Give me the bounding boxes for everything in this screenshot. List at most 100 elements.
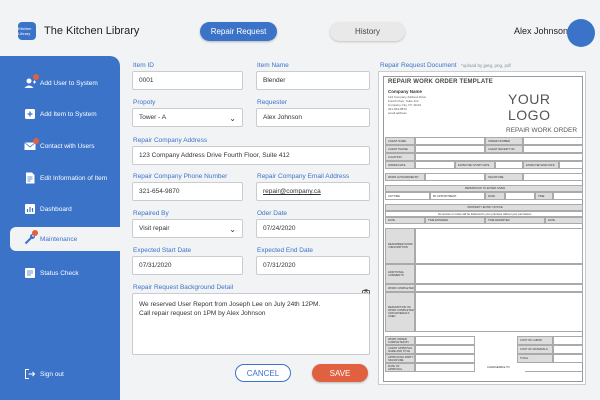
doc-cell: COST OF LABOR [517,336,553,345]
sign-out-button[interactable]: Sign out [0,362,120,386]
item-id-label: Item ID [133,62,154,69]
repaired-by-label: Repaired By [133,210,169,217]
sidebar-item-label: Add User to System [40,79,98,87]
item-id-value: 0001 [139,77,154,84]
notification-dot [32,230,38,236]
sidebar-item-maintenance[interactable]: Maintenance [10,227,120,251]
sidebar-item-contact[interactable]: Contact with Users [0,134,120,158]
doc-cell [495,161,523,169]
doc-cell: DATE [485,192,505,200]
sidebar-item-label: Dashboard [40,205,72,213]
doc-cell: TIME [535,192,553,200]
repaired-by-value: Visit repair [139,225,170,232]
doc-cell: TIME ENTERED [425,217,485,224]
doc-cell [415,137,485,145]
doc-cell [415,345,475,354]
app-title: The Kitchen Library [44,25,140,37]
start-date-label: Expected Start Date [133,247,192,254]
doc-cell: ANYTIME [385,192,430,200]
end-date-field[interactable]: 07/31/2020 [256,256,370,275]
add-item-icon [24,108,36,120]
doc-cell: PERMISSION TO ENTER GIVEN [385,185,583,192]
document-upload-hint: *upload by jpeg, png, pdf [461,63,511,68]
sign-out-label: Sign out [40,370,64,378]
item-name-value: Blender [263,77,286,84]
company-email-label: Repair Company Email Address [257,173,350,180]
doc-cell [415,161,455,169]
sidebar: Add User to System Add Item to System Co… [0,56,120,400]
doc-cell: ORDER NUMBER [485,137,523,145]
start-date-field[interactable]: 07/31/2020 [132,256,243,275]
status-icon [24,267,36,279]
item-name-field[interactable]: Blender [256,71,370,90]
doc-cell: DATE OF APPROVAL [385,363,415,372]
order-date-field[interactable]: 07/24/2020 [256,219,370,238]
doc-cell: DATE [385,217,425,224]
end-date-label: Expected End Date [257,247,314,254]
doc-cell [559,161,583,169]
doc-cell: CLIENT RECEIPT NO. [485,145,523,153]
doc-cell: CLIENT NAME [385,137,415,145]
document-label: Repair Request Document [380,62,457,69]
doc-cell: CHARGEABLE TO [487,366,510,369]
document-preview[interactable]: REPAIR WORK ORDER TEMPLATE Company Name … [378,71,586,385]
user-name: Alex Johnson [514,26,569,36]
save-button[interactable]: SAVE [312,364,368,382]
address-line: email address [388,111,407,115]
chevron-down-icon: ⌄ [229,225,236,234]
company-phone-label: Repair Company Phone Number [133,173,228,180]
requester-value: Alex Johnson [263,114,303,121]
doc-cell: BY APPOINTMENT [430,192,485,200]
background-textarea[interactable]: We reserved User Report from Joseph Lee … [132,293,370,355]
doc-cell [415,153,583,161]
item-id-field[interactable]: 0001 [132,71,243,90]
doc-cell: ORDER DATE [385,161,415,169]
sidebar-item-add-user[interactable]: Add User to System [0,71,120,95]
company-phone-field[interactable]: 321-654-9870 [132,182,243,201]
doc-cell: EXPECTED START DATE [455,161,495,169]
repaired-by-select[interactable]: Visit repair ⌄ [132,219,243,238]
doc-cell [523,173,583,181]
company-phone-value: 321-654-9870 [139,188,180,195]
doc-cell [553,336,583,345]
sign-out-icon [24,368,36,380]
avatar[interactable] [567,19,595,47]
sidebar-item-dashboard[interactable]: Dashboard [0,197,120,221]
sidebar-item-label: Add Item to System [40,110,97,118]
requester-label: Requester [257,99,287,106]
doc-cell: DESCRIBED WORK / DESCRIPTION [385,228,415,264]
company-address-label: Repair Company Address [133,137,208,144]
company-address-field[interactable]: 123 Company Address Drive Fourth Floor, … [132,146,370,165]
doc-cell: DESCRIPTION OF WORK COMPLETED AND MATERI… [385,292,415,332]
requester-field[interactable]: Alex Johnson [256,108,370,127]
order-date-label: Oder Date [257,210,287,217]
doc-cell: CLIENT APPROVAL NAME AND TITLE [385,345,415,354]
background-line-1: We reserved User Report from Joseph Lee … [139,301,321,308]
property-select[interactable]: Tower - A ⌄ [132,108,243,127]
sidebar-item-label: Contact with Users [40,142,95,150]
sidebar-item-add-item[interactable]: Add Item to System [0,102,120,126]
background-line-2: Call repair request on 1PM by Alex Johns… [139,310,266,317]
cancel-button[interactable]: CANCEL [235,364,291,382]
company-email-field[interactable]: repair@company.ca [256,182,370,201]
sidebar-item-label: Edit Information of Item [40,174,108,182]
doc-cell [415,363,475,372]
doc-cell [415,264,583,284]
end-date-value: 07/31/2020 [263,262,296,269]
tab-history[interactable]: History [330,22,405,41]
property-value: Tower - A [139,114,167,121]
doc-cell [415,284,583,292]
doc-cell: COST OF MATERIALS [517,345,553,354]
doc-cell: WORK AUTHORIZED BY [385,173,425,181]
doc-cell: PROPERTY ENTRY NOTICE [385,204,583,211]
doc-cell [553,354,583,363]
sidebar-item-edit-info[interactable]: Edit Information of Item [0,166,120,190]
sidebar-item-status-check[interactable]: Status Check [0,261,120,285]
document-work-order-heading: REPAIR WORK ORDER [506,127,578,134]
document-company-name: Company Name [388,89,423,94]
doc-cell [553,345,583,354]
app-logo-icon: Kitchen Library [18,22,36,40]
doc-cell: DATE [545,217,583,224]
tab-repair-request[interactable]: Repair Request [200,22,277,41]
doc-cell: LOCATION [385,153,415,161]
